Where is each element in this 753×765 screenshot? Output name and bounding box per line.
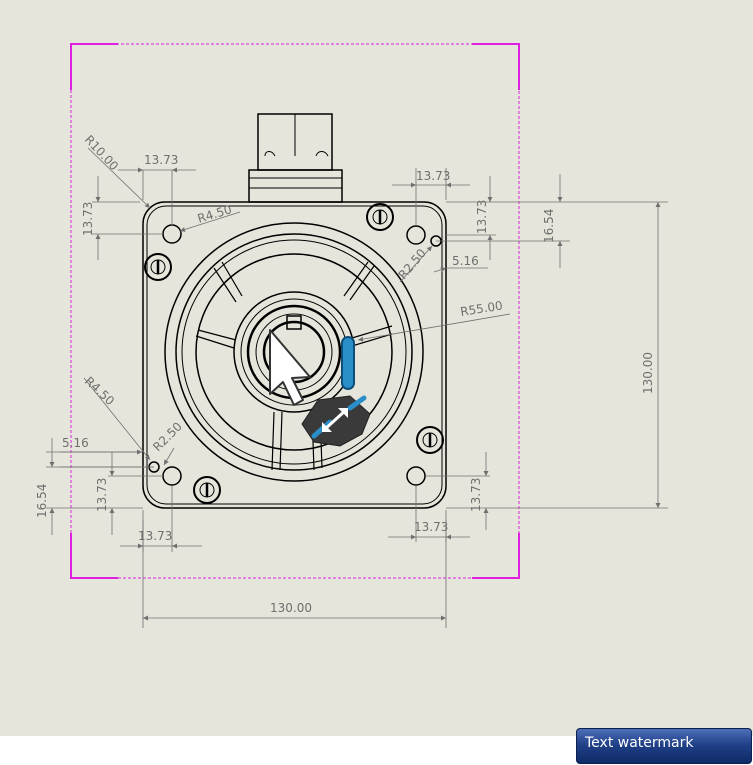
- extension-lines: [46, 168, 668, 628]
- dim-16-54-right[interactable]: 16.54: [542, 209, 556, 243]
- dim-130-height[interactable]: 130.00: [641, 352, 655, 394]
- drawing-canvas[interactable]: R10.00 13.73 13.73 R4.50 13.73 13.73 16.…: [0, 0, 753, 736]
- dim-13-73-bottom-right-vertical[interactable]: 13.73: [469, 478, 483, 512]
- dim-r2-50-bottom-left[interactable]: R2.50: [150, 419, 185, 454]
- dim-r10-top-left[interactable]: R10.00: [82, 132, 121, 173]
- dim-13-73-top-left-vertical[interactable]: 13.73: [81, 202, 95, 236]
- dim-13-73-top-right-horizontal[interactable]: 13.73: [416, 169, 450, 183]
- selection-handle[interactable]: [341, 336, 355, 390]
- dim-13-73-bottom-left-horizontal[interactable]: 13.73: [138, 529, 172, 543]
- dim-r2-50-top-right[interactable]: R2.50: [396, 246, 429, 282]
- dim-130-width[interactable]: 130.00: [270, 601, 312, 615]
- move-dimension-icon: [301, 395, 371, 447]
- motor-part[interactable]: [142, 113, 447, 509]
- dim-r4-50-bottom-left[interactable]: R4.50: [82, 374, 117, 408]
- dim-16-54-left[interactable]: 16.54: [35, 484, 49, 518]
- dim-13-73-top-left-horizontal[interactable]: 13.73: [144, 153, 178, 167]
- text-watermark-button[interactable]: Text watermark: [576, 728, 752, 764]
- dim-13-73-bottom-left-vertical[interactable]: 13.73: [95, 478, 109, 512]
- dim-13-73-top-right-vertical[interactable]: 13.73: [475, 200, 489, 234]
- dim-13-73-bottom-right-horizontal[interactable]: 13.73: [414, 520, 448, 534]
- dim-5-16-right[interactable]: 5.16: [452, 254, 479, 268]
- dim-5-16-bottom-left[interactable]: 5.16: [62, 436, 89, 450]
